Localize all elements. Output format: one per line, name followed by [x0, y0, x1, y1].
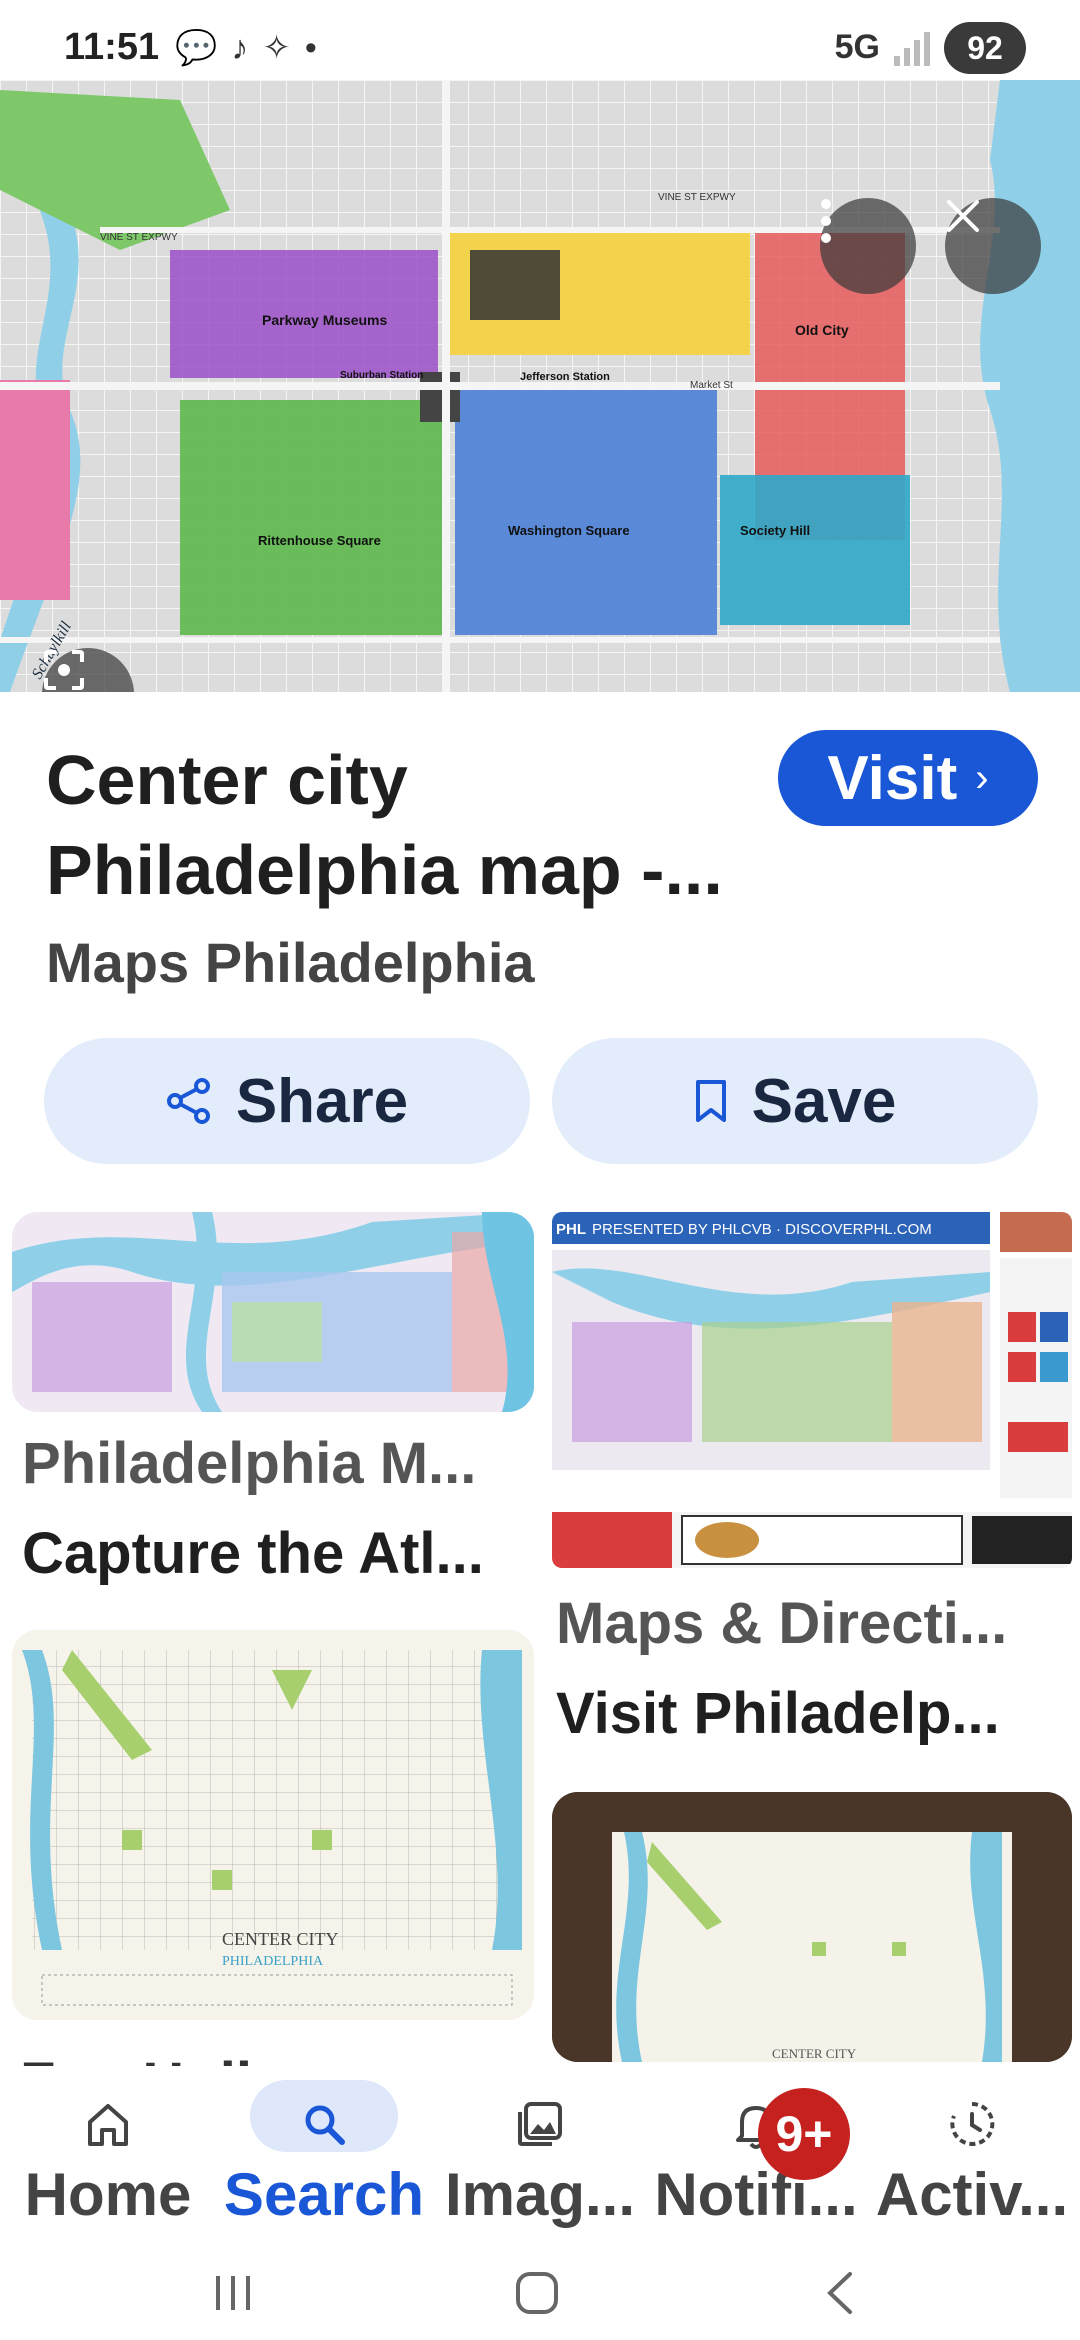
system-navigation-bar [0, 2250, 1080, 2340]
label-jefferson: Jefferson Station [520, 371, 610, 383]
close-button[interactable] [945, 198, 1041, 294]
result-title[interactable]: Center city Philadelphia map -... [46, 735, 766, 915]
label-vine: VINE ST EXPWY [658, 192, 736, 203]
bookmark-icon [695, 1080, 726, 1122]
notification-badge: 9+ [758, 2088, 850, 2180]
visit-button[interactable]: Visit › [778, 730, 1038, 826]
district-society-hill [720, 475, 910, 625]
phlcvb-map-thumbnail: PHL PRESENTED BY PHLCVB · DISCOVERPHL.CO… [552, 1212, 1072, 1568]
nav-images-label: Imag... [444, 2161, 636, 2228]
center-city-map: Parkway Museums Old City Rittenhouse Squ… [0, 80, 1080, 692]
result-card-image[interactable] [12, 1212, 534, 1412]
nav-home-label: Home [24, 2161, 192, 2228]
lens-icon [44, 650, 84, 690]
result-card-image[interactable]: CENTER CITY PHILADELPHIA [12, 1630, 534, 2020]
district-washington [455, 390, 717, 635]
label-vine-left: VINE ST EXPWY [100, 232, 178, 243]
result-card-subtitle[interactable]: Capture the Atl... [22, 1520, 484, 1587]
chevron-right-icon: › [975, 755, 989, 800]
nav-search-label: Search [223, 2161, 425, 2228]
battery-indicator: 92 [944, 22, 1026, 74]
nav-search[interactable]: Search [216, 2066, 432, 2250]
share-button-label: Share [235, 1066, 409, 1136]
result-title-line-2: Philadelphia map -... [46, 831, 723, 909]
hero-map-image[interactable]: Parkway Museums Old City Rittenhouse Squ… [0, 80, 1080, 692]
district-rittenhouse [180, 400, 442, 635]
bottom-navigation: Home Search Imag... Notifi... Activ... [0, 2066, 1080, 2250]
visit-button-label: Visit [827, 743, 958, 813]
network-type: 5G [834, 28, 880, 66]
label-old-city: Old City [795, 322, 849, 338]
framed-map-thumbnail: CENTER CITY [552, 1792, 1072, 2062]
card-banner-short: PHL [556, 1221, 586, 1238]
activity-icon [950, 2101, 995, 2146]
home-gesture-icon[interactable] [512, 2268, 562, 2318]
clock: 11:51 [64, 26, 160, 68]
card-banner-text: PRESENTED BY PHLCVB · DISCOVERPHL.COM [592, 1221, 932, 1238]
card-map-caption-2: PHILADELPHIA [222, 1954, 324, 1969]
label-society-hill: Society Hill [740, 523, 810, 538]
result-source[interactable]: Maps Philadelphia [46, 930, 535, 995]
recents-icon[interactable] [210, 2270, 256, 2316]
label-rittenhouse: Rittenhouse Square [258, 533, 381, 548]
result-card-subtitle[interactable]: Visit Philadelp... [556, 1680, 1000, 1747]
center-city-illustrated-map-thumbnail: CENTER CITY PHILADELPHIA [12, 1630, 534, 2020]
back-icon[interactable] [820, 2268, 860, 2318]
label-washington: Washington Square [508, 523, 630, 538]
result-title-line-1: Center city [46, 741, 408, 819]
close-icon [947, 200, 979, 232]
result-card-title[interactable]: Philadelphia M... [22, 1430, 476, 1497]
result-card-image[interactable]: PHL PRESENTED BY PHLCVB · DISCOVERPHL.CO… [552, 1212, 1072, 1568]
save-button[interactable]: Save [552, 1038, 1038, 1164]
more-options-button[interactable] [820, 198, 916, 294]
home-icon [88, 2104, 128, 2146]
label-market: Market St [690, 380, 733, 391]
search-icon [305, 2105, 345, 2145]
notification-icons: 💬♪✧• [175, 29, 331, 67]
philadelphia-map-thumbnail [12, 1212, 534, 1412]
signal-icon [894, 32, 930, 66]
card-map-caption: CENTER CITY [222, 1929, 339, 1949]
label-suburban: Suburban Station [340, 370, 423, 381]
result-card-title[interactable]: Maps & Directi... [556, 1590, 1007, 1657]
nav-activity[interactable]: Activ... [864, 2066, 1080, 2250]
nav-activity-label: Activ... [875, 2161, 1069, 2228]
card-map-caption: CENTER CITY [772, 2046, 857, 2061]
save-button-label: Save [751, 1066, 897, 1136]
share-icon [166, 1078, 210, 1124]
nav-images[interactable]: Imag... [432, 2066, 648, 2250]
result-card-image[interactable]: CENTER CITY [552, 1792, 1072, 2062]
more-vert-icon [821, 199, 831, 243]
images-icon [518, 2102, 562, 2146]
share-button[interactable]: Share [44, 1038, 530, 1164]
label-parkway: Parkway Museums [262, 312, 387, 328]
nav-home[interactable]: Home [0, 2066, 216, 2250]
